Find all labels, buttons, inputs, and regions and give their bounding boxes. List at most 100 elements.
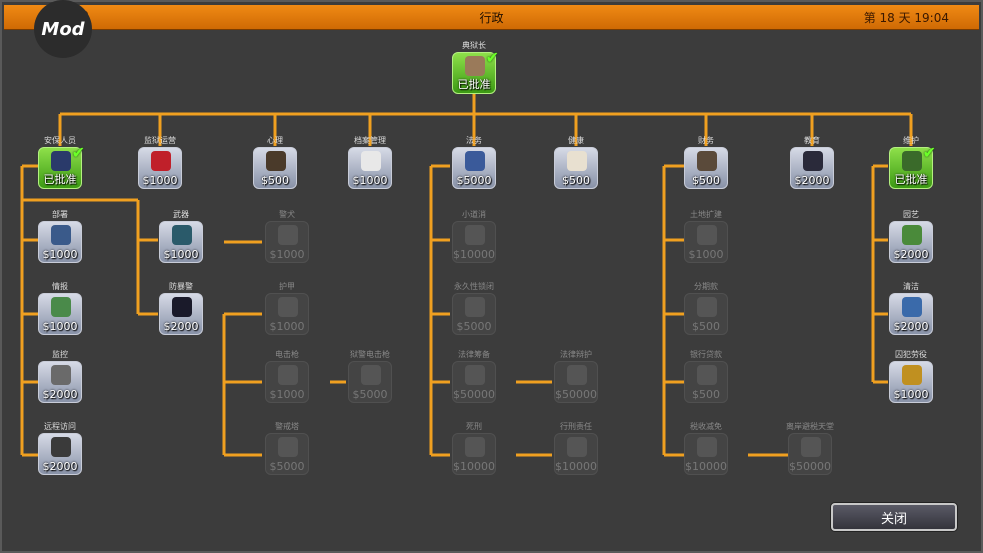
research-node-intel[interactable]: $1000: [38, 293, 82, 335]
research-node-lawyer[interactable]: $50000: [452, 361, 496, 403]
node-cost: $1000: [352, 174, 388, 187]
node-cost: $500: [261, 174, 289, 187]
node-cost: $500: [692, 174, 720, 187]
node-label-lawdef: 法律辩护: [560, 350, 592, 359]
node-label-legal: 法务: [466, 136, 482, 145]
research-node-health[interactable]: $500: [554, 147, 598, 189]
research-node-accounting[interactable]: $500: [684, 147, 728, 189]
node-cost: $10000: [685, 460, 727, 473]
node-cost: $2000: [794, 174, 830, 187]
research-node-cctv[interactable]: $2000: [38, 361, 82, 403]
node-label-armor: 护甲: [279, 282, 295, 291]
money-icon: [697, 365, 717, 385]
riot-guard-icon: [172, 297, 192, 317]
top-bar: 000 行政 第 18 天 19:04: [4, 5, 979, 30]
checkmark-icon: ✔: [71, 143, 85, 162]
research-node-minsec[interactable]: $10000: [452, 221, 496, 263]
node-cost: $500: [692, 320, 720, 333]
node-cost: $50000: [453, 388, 495, 401]
research-node-dogs[interactable]: $1000: [38, 221, 82, 263]
research-node-clean[interactable]: $2000: [889, 293, 933, 335]
research-node-psych[interactable]: $500: [253, 147, 297, 189]
research-node-garden[interactable]: $2000: [889, 221, 933, 263]
node-label-remote: 远程访问: [44, 422, 76, 431]
research-node-lawdef[interactable]: $50000: [554, 361, 598, 403]
research-node-maintenance[interactable]: 已批准 ✔: [889, 143, 936, 189]
node-label-intel: 情报: [52, 282, 68, 291]
trash-icon: [465, 225, 485, 245]
node-cost: $1000: [688, 248, 724, 261]
node-label-tazers2: 狱警电击枪: [350, 350, 390, 359]
node-label-health: 健康: [568, 136, 584, 145]
research-node-loans[interactable]: $500: [684, 293, 728, 335]
node-label-k9: 警犬: [279, 210, 295, 219]
node-label-accounting: 财务: [698, 136, 714, 145]
research-node-perm[interactable]: $5000: [452, 293, 496, 335]
close-button[interactable]: 关闭: [831, 503, 957, 531]
node-cost: $2000: [893, 320, 929, 333]
research-node-tax[interactable]: $10000: [684, 433, 728, 475]
research-node-armory[interactable]: $1000: [159, 221, 203, 263]
node-label-finance: 监狱运营: [144, 136, 176, 145]
node-cost: $1000: [163, 248, 199, 261]
research-node-armor[interactable]: $1000: [265, 293, 309, 335]
shield-icon: [465, 151, 485, 171]
files-icon: [465, 365, 485, 385]
shield-icon: [567, 365, 587, 385]
research-node-liability[interactable]: $10000: [554, 433, 598, 475]
mop-icon: [902, 297, 922, 317]
node-cost: $500: [692, 388, 720, 401]
node-label-deathrow: 死刑: [466, 422, 482, 431]
node-label-laundry: 囚犯劳役: [895, 350, 927, 359]
research-node-records[interactable]: $1000: [348, 147, 392, 189]
node-cost: $10000: [453, 248, 495, 261]
page-title: 行政: [479, 11, 504, 25]
deathrow-icon: [465, 437, 485, 457]
node-cost: $1000: [269, 388, 305, 401]
envelope-icon: [567, 437, 587, 457]
research-node-education[interactable]: $2000: [790, 147, 834, 189]
node-label-security: 安保人员: [44, 136, 76, 145]
research-node-finance[interactable]: $1000: [138, 147, 182, 189]
node-cost: $2000: [42, 388, 78, 401]
research-node-legal[interactable]: $5000: [452, 147, 496, 189]
node-label-education: 教育: [804, 136, 820, 145]
research-node-tazers[interactable]: $1000: [265, 361, 309, 403]
map-icon: [697, 225, 717, 245]
taser-pack-icon: [361, 365, 381, 385]
document-icon: [361, 151, 381, 171]
node-cost: $1000: [269, 248, 305, 261]
research-node-remote[interactable]: $2000: [38, 433, 82, 475]
research-node-security[interactable]: 已批准 ✔: [38, 143, 85, 189]
node-label-tazers: 电击枪: [275, 350, 299, 359]
node-label-bank: 银行贷款: [690, 350, 722, 359]
research-node-landexp[interactable]: $1000: [684, 221, 728, 263]
guard-icon: [51, 151, 71, 171]
research-node-bank[interactable]: $500: [684, 361, 728, 403]
people-icon: [697, 297, 717, 317]
research-node-head[interactable]: 已批准 ✔: [452, 48, 499, 94]
research-node-laundry[interactable]: $1000: [889, 361, 933, 403]
research-node-riot[interactable]: $2000: [159, 293, 203, 335]
node-label-garden: 园艺: [903, 210, 919, 219]
node-cost: $5000: [456, 320, 492, 333]
node-label-head: 典狱长: [462, 41, 486, 50]
gardener-icon: [902, 225, 922, 245]
node-cost: $10000: [453, 460, 495, 473]
research-node-k9[interactable]: $1000: [265, 221, 309, 263]
node-cost: 已批准: [457, 78, 491, 91]
checkmark-icon: ✔: [922, 143, 936, 162]
helmet-icon: [278, 297, 298, 317]
research-node-deathrow[interactable]: $10000: [452, 433, 496, 475]
node-label-landexp: 土地扩建: [690, 210, 722, 219]
research-node-tazers2[interactable]: $5000: [348, 361, 392, 403]
node-label-loans: 分期款: [694, 282, 718, 291]
book-icon: [151, 151, 171, 171]
mod-badge: Mod: [34, 0, 92, 58]
node-cost: $50000: [555, 388, 597, 401]
node-label-clean: 清洁: [903, 282, 919, 291]
node-cost: $2000: [163, 320, 199, 333]
camera-icon: [51, 365, 71, 385]
research-node-offshore[interactable]: $50000: [788, 433, 832, 475]
research-node-guardtower[interactable]: $5000: [265, 433, 309, 475]
